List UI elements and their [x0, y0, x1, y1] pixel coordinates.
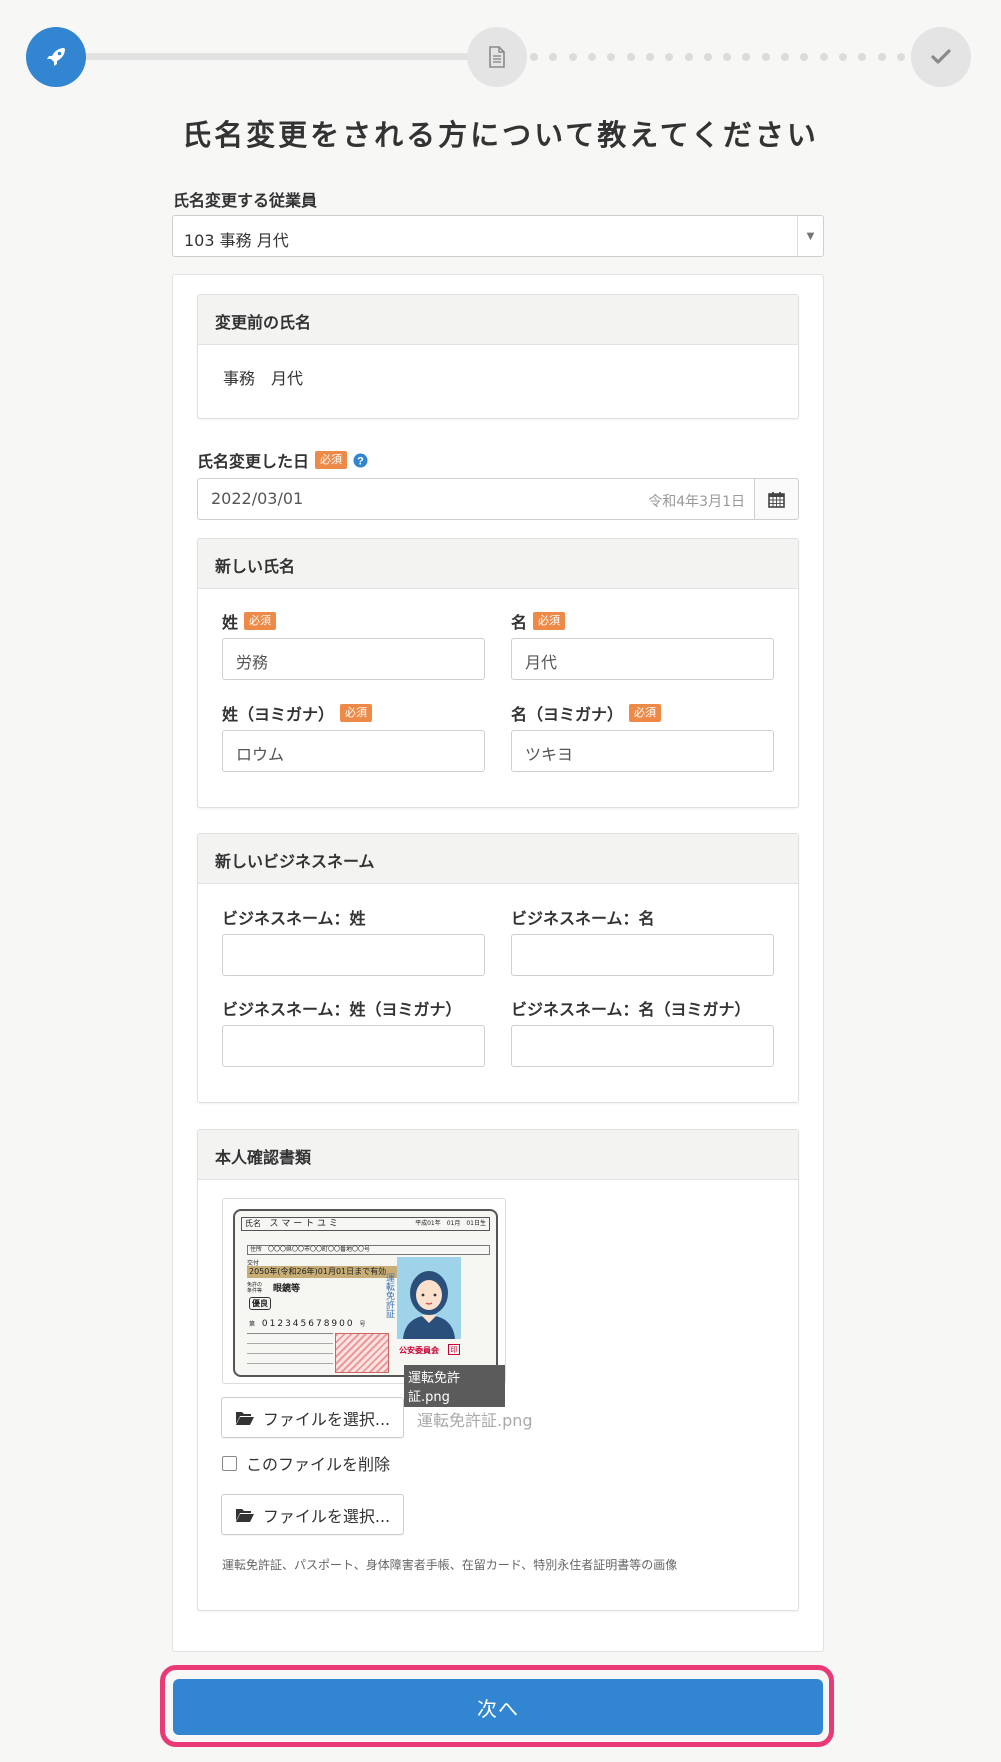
- new-last-kana-label-text: 姓（ヨミガナ）: [222, 705, 335, 724]
- era-date-hint: 令和4年3月1日: [648, 494, 745, 510]
- choose-file-button-2[interactable]: ファイルを選択...: [221, 1494, 404, 1535]
- business-first-name-label-text: ビジネスネーム：名: [511, 909, 655, 928]
- change-date-label-text: 氏名変更した日: [197, 452, 310, 471]
- license-cond-label: 免許の条件等: [247, 1282, 263, 1294]
- employee-label-text: 氏名変更する従業員: [173, 191, 318, 210]
- new-first-kana-input[interactable]: ツキヨ: [511, 730, 774, 772]
- required-badge: 必須: [340, 704, 373, 722]
- license-number: 012345678900: [261, 1319, 355, 1329]
- business-last-name-label-text: ビジネスネーム：姓: [222, 909, 366, 928]
- check-icon: [931, 49, 951, 64]
- rocket-icon: [47, 48, 65, 66]
- change-date-input[interactable]: 2022/03/01 令和4年3月1日: [197, 478, 755, 520]
- document-icon: [489, 46, 505, 68]
- new-first-name-label: 名 必須: [511, 609, 566, 633]
- license-address: 〇〇〇県〇〇市〇〇町〇〇番地〇〇号: [267, 1246, 370, 1253]
- business-last-kana-label-text: ビジネスネーム：姓（ヨミガナ）: [222, 1000, 462, 1019]
- new-first-kana-label: 名（ヨミガナ） 必須: [511, 701, 662, 725]
- business-last-name-label: ビジネスネーム：姓: [222, 905, 366, 929]
- business-first-kana-label: ビジネスネーム：名（ヨミガナ）: [511, 996, 751, 1020]
- page-title: 氏名変更をされる方について教えてください: [182, 118, 819, 152]
- new-name-heading: 新しい氏名: [198, 539, 798, 589]
- required-badge: 必須: [244, 612, 277, 630]
- business-last-name-input[interactable]: [222, 934, 485, 976]
- selected-file-name: 運転免許証.png: [417, 1411, 533, 1430]
- license-photo: [397, 1257, 461, 1339]
- business-first-name-label: ビジネスネーム：名: [511, 905, 655, 929]
- choose-file-label: ファイルを選択...: [262, 1409, 391, 1429]
- license-name: ス マ ー ト ユ ミ: [269, 1219, 338, 1229]
- business-last-kana-label: ビジネスネーム：姓（ヨミガナ）: [222, 996, 462, 1020]
- new-first-name-label-text: 名: [511, 613, 528, 632]
- choose-file-button[interactable]: ファイルを選択...: [221, 1397, 404, 1438]
- license-image: 氏名 ス マ ー ト ユ ミ 平成01年 01月 01日生 住所 〇〇〇県〇〇市…: [233, 1209, 498, 1377]
- folder-open-icon: [235, 1508, 254, 1522]
- help-icon[interactable]: ?: [353, 453, 368, 468]
- delete-file-label: このファイルを削除: [246, 1455, 391, 1474]
- step-progress-line: [70, 53, 480, 60]
- license-cond: 眼鏡等: [273, 1284, 301, 1294]
- folder-open-icon: [235, 1411, 254, 1425]
- required-badge: 必須: [533, 612, 566, 630]
- next-button[interactable]: 次へ: [173, 1679, 823, 1735]
- step-2-document: [467, 27, 527, 87]
- employee-select[interactable]: 103 事務 月代 ▼: [172, 215, 824, 257]
- calendar-button[interactable]: [754, 478, 799, 520]
- license-number-suffix: 号: [359, 1321, 368, 1328]
- old-name-heading: 変更前の氏名: [198, 295, 798, 345]
- license-stamp-grid: [335, 1333, 389, 1373]
- change-date-value: 2022/03/01: [211, 489, 304, 508]
- new-first-name-input[interactable]: 月代: [511, 638, 774, 680]
- old-name-panel: 変更前の氏名 事務 月代: [197, 294, 799, 419]
- license-vertical-title: 運転免許証: [384, 1273, 394, 1318]
- business-first-name-input[interactable]: [511, 934, 774, 976]
- license-grade: 優良: [249, 1297, 271, 1310]
- step-dotted-line: [530, 53, 905, 61]
- progress-stepper: [0, 0, 1001, 115]
- delete-file-checkbox-row[interactable]: このファイルを削除: [222, 1451, 390, 1475]
- required-badge: 必須: [315, 451, 348, 469]
- new-first-kana-label-text: 名（ヨミガナ）: [511, 705, 624, 724]
- required-badge: 必須: [629, 704, 662, 722]
- license-birth: 平成01年 01月 01日生: [415, 1220, 486, 1227]
- calendar-icon: [768, 491, 785, 508]
- new-last-kana-label: 姓（ヨミガナ） 必須: [222, 701, 373, 725]
- business-last-kana-input[interactable]: [222, 1025, 485, 1067]
- change-date-label: 氏名変更した日 必須 ?: [197, 448, 368, 472]
- business-first-kana-label-text: ビジネスネーム：名（ヨミガナ）: [511, 1000, 751, 1019]
- license-number-prefix: 第: [249, 1321, 258, 1328]
- id-docs-heading: 本人確認書類: [198, 1130, 798, 1180]
- license-address-label: 住所: [250, 1246, 263, 1253]
- new-last-name-label: 姓 必須: [222, 609, 277, 633]
- step-1-rocket: [26, 27, 86, 87]
- file-thumbnail[interactable]: 氏名 ス マ ー ト ユ ミ 平成01年 01月 01日生 住所 〇〇〇県〇〇市…: [222, 1198, 506, 1407]
- business-first-kana-input[interactable]: [511, 1025, 774, 1067]
- employee-select-value: 103 事務 月代: [184, 231, 289, 250]
- step-3-check: [911, 27, 971, 87]
- delete-file-checkbox[interactable]: [222, 1455, 237, 1471]
- thumbnail-caption: 運転免許証.png: [404, 1365, 505, 1407]
- license-issuer: 公安委員会: [399, 1346, 439, 1355]
- business-name-heading: 新しいビジネスネーム: [198, 834, 798, 884]
- chevron-down-icon: ▼: [797, 216, 823, 256]
- employee-label: 氏名変更する従業員: [173, 187, 317, 211]
- id-docs-hint: 運転免許証、パスポート、身体障害者手帳、在留カード、特別永住者証明書等の画像: [222, 1558, 678, 1572]
- license-seal: 印: [448, 1344, 460, 1355]
- new-last-kana-input[interactable]: ロウム: [222, 730, 485, 772]
- license-expiry: 2050年(令和26年)01月01日まで有効: [247, 1266, 399, 1278]
- choose-file-label-2: ファイルを選択...: [262, 1506, 391, 1526]
- new-last-name-input[interactable]: 労務: [222, 638, 485, 680]
- new-last-name-label-text: 姓: [222, 613, 239, 632]
- old-name-value: 事務 月代: [223, 369, 304, 388]
- svg-text:?: ?: [357, 455, 364, 467]
- license-name-label: 氏名: [245, 1219, 261, 1228]
